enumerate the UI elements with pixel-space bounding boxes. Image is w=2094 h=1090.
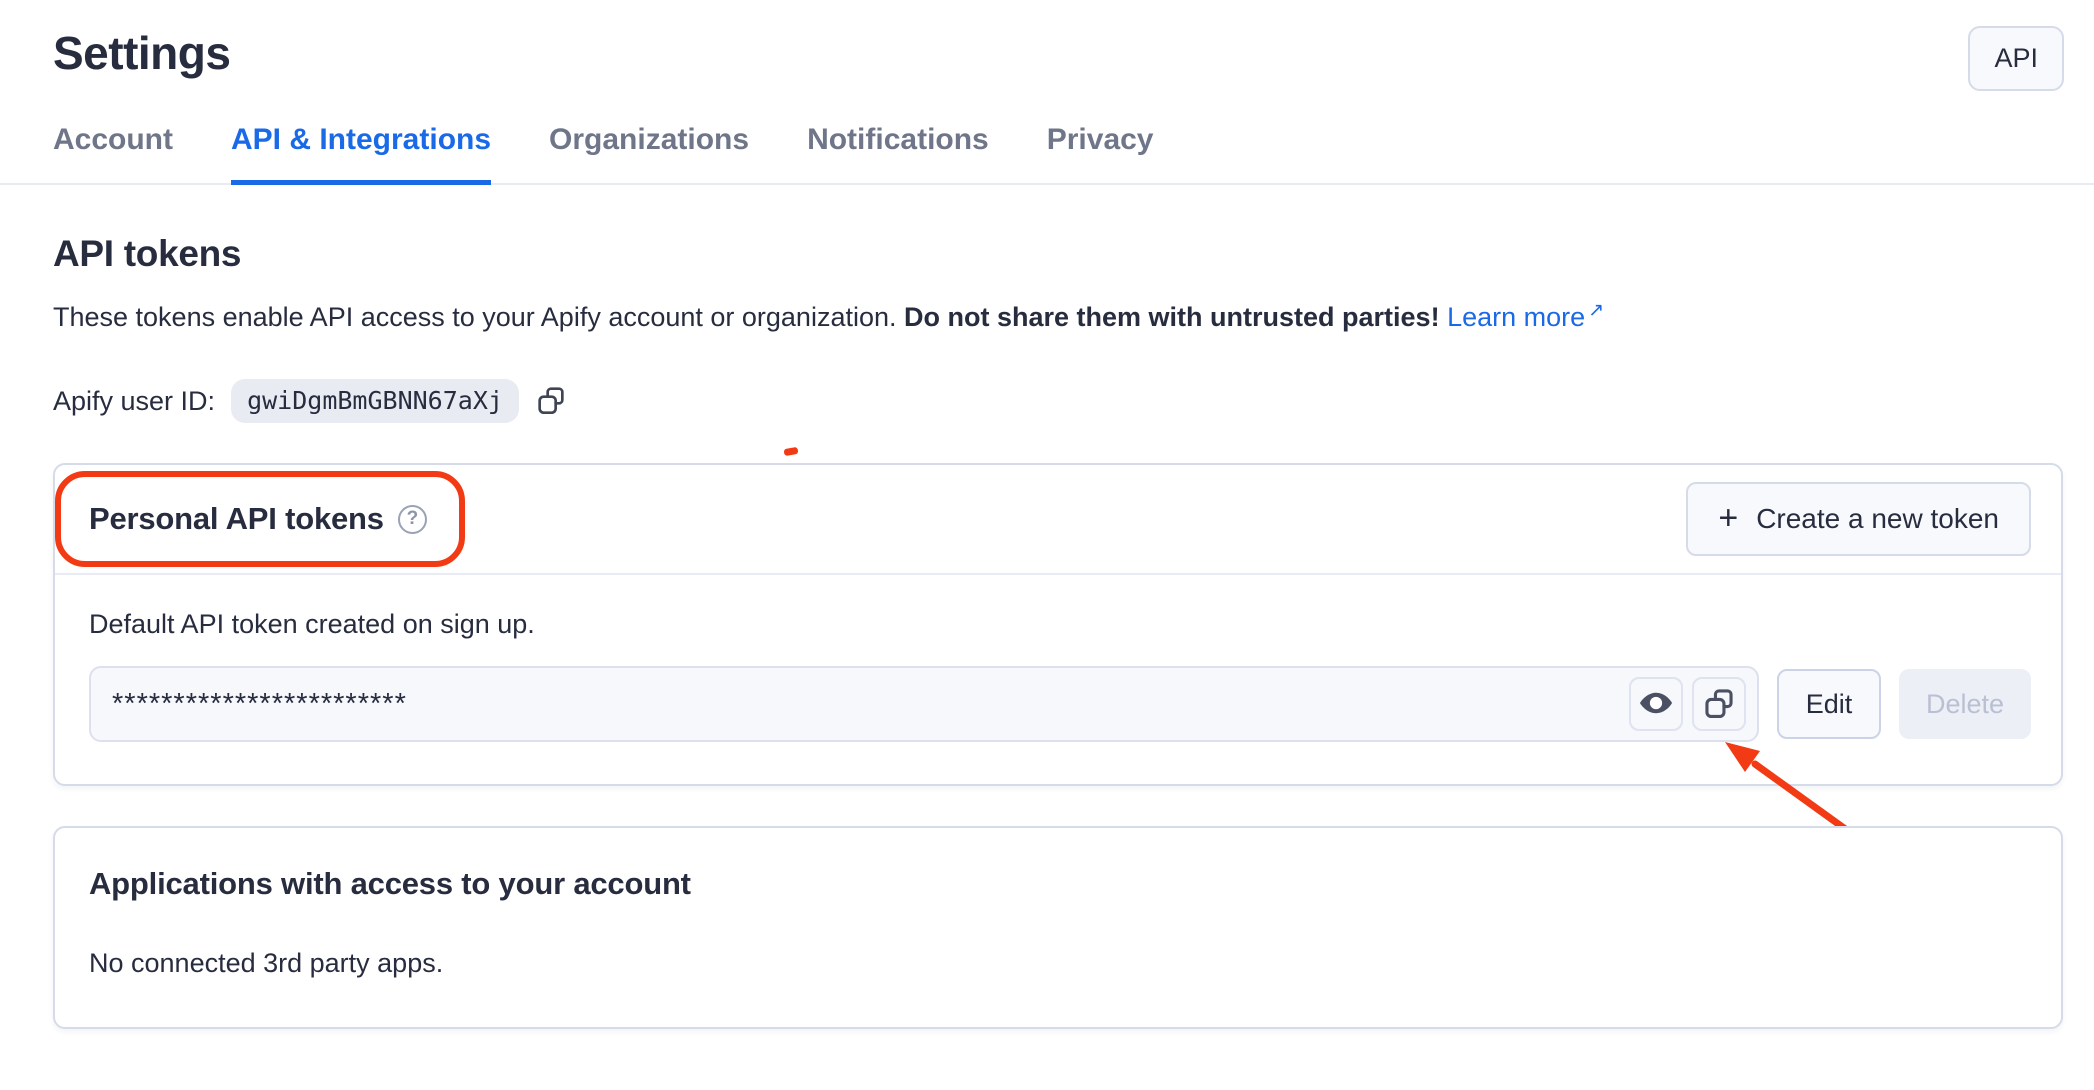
- token-field: [89, 666, 1759, 742]
- applications-title: Applications with access to your account: [89, 866, 2031, 902]
- personal-tokens-header: Personal API tokens ? + Create a new tok…: [55, 465, 2061, 575]
- token-field-actions: [1629, 677, 1746, 731]
- edit-token-button[interactable]: Edit: [1777, 669, 1881, 739]
- tab-account[interactable]: Account: [53, 123, 173, 185]
- show-token-button[interactable]: [1629, 677, 1683, 731]
- applications-body: Applications with access to your account…: [55, 828, 2061, 1027]
- settings-page: Settings API Account API & Integrations …: [0, 0, 2094, 1090]
- delete-token-button[interactable]: Delete: [1899, 669, 2031, 739]
- tab-privacy[interactable]: Privacy: [1047, 123, 1154, 185]
- eye-icon: [1638, 685, 1674, 724]
- api-badge-button[interactable]: API: [1968, 26, 2064, 91]
- token-row: Edit Delete: [89, 666, 2031, 742]
- user-id-row: Apify user ID: gwiDgmBmGBNN67aXj: [53, 379, 2094, 423]
- masked-token-input[interactable]: [112, 688, 1629, 721]
- applications-empty-text: No connected 3rd party apps.: [89, 948, 2031, 979]
- page-title: Settings: [53, 26, 230, 80]
- applications-card: Applications with access to your account…: [53, 826, 2063, 1029]
- copy-user-id-button[interactable]: [535, 384, 567, 419]
- create-token-label: Create a new token: [1756, 503, 1999, 535]
- token-note: Default API token created on sign up.: [89, 609, 2031, 640]
- user-id-label: Apify user ID:: [53, 386, 215, 417]
- settings-tabs: Account API & Integrations Organizations…: [0, 123, 2094, 185]
- api-tokens-description: These tokens enable API access to your A…: [53, 299, 2094, 335]
- copy-icon: [1702, 686, 1736, 723]
- plus-icon: +: [1718, 501, 1738, 535]
- description-text: These tokens enable API access to your A…: [53, 302, 904, 332]
- learn-more-link[interactable]: Learn more: [1447, 302, 1585, 332]
- annotation-dash: [783, 447, 798, 456]
- tab-notifications[interactable]: Notifications: [807, 123, 989, 185]
- api-tokens-heading: API tokens: [53, 233, 2094, 275]
- help-icon[interactable]: ?: [398, 505, 427, 534]
- tab-organizations[interactable]: Organizations: [549, 123, 749, 185]
- personal-tokens-title: Personal API tokens: [89, 501, 384, 537]
- user-id-value: gwiDgmBmGBNN67aXj: [231, 379, 519, 423]
- personal-tokens-title-group: Personal API tokens ?: [89, 501, 427, 537]
- copy-icon: [535, 384, 567, 419]
- tab-api-integrations[interactable]: API & Integrations: [231, 123, 491, 185]
- personal-tokens-body: Default API token created on sign up.: [55, 575, 2061, 784]
- external-link-icon: ↗: [1588, 300, 1604, 321]
- create-token-button[interactable]: + Create a new token: [1686, 482, 2031, 556]
- description-warning: Do not share them with untrusted parties…: [904, 302, 1440, 332]
- personal-tokens-card: Personal API tokens ? + Create a new tok…: [53, 463, 2063, 786]
- page-header: Settings API: [0, 0, 2094, 91]
- copy-token-button[interactable]: [1692, 677, 1746, 731]
